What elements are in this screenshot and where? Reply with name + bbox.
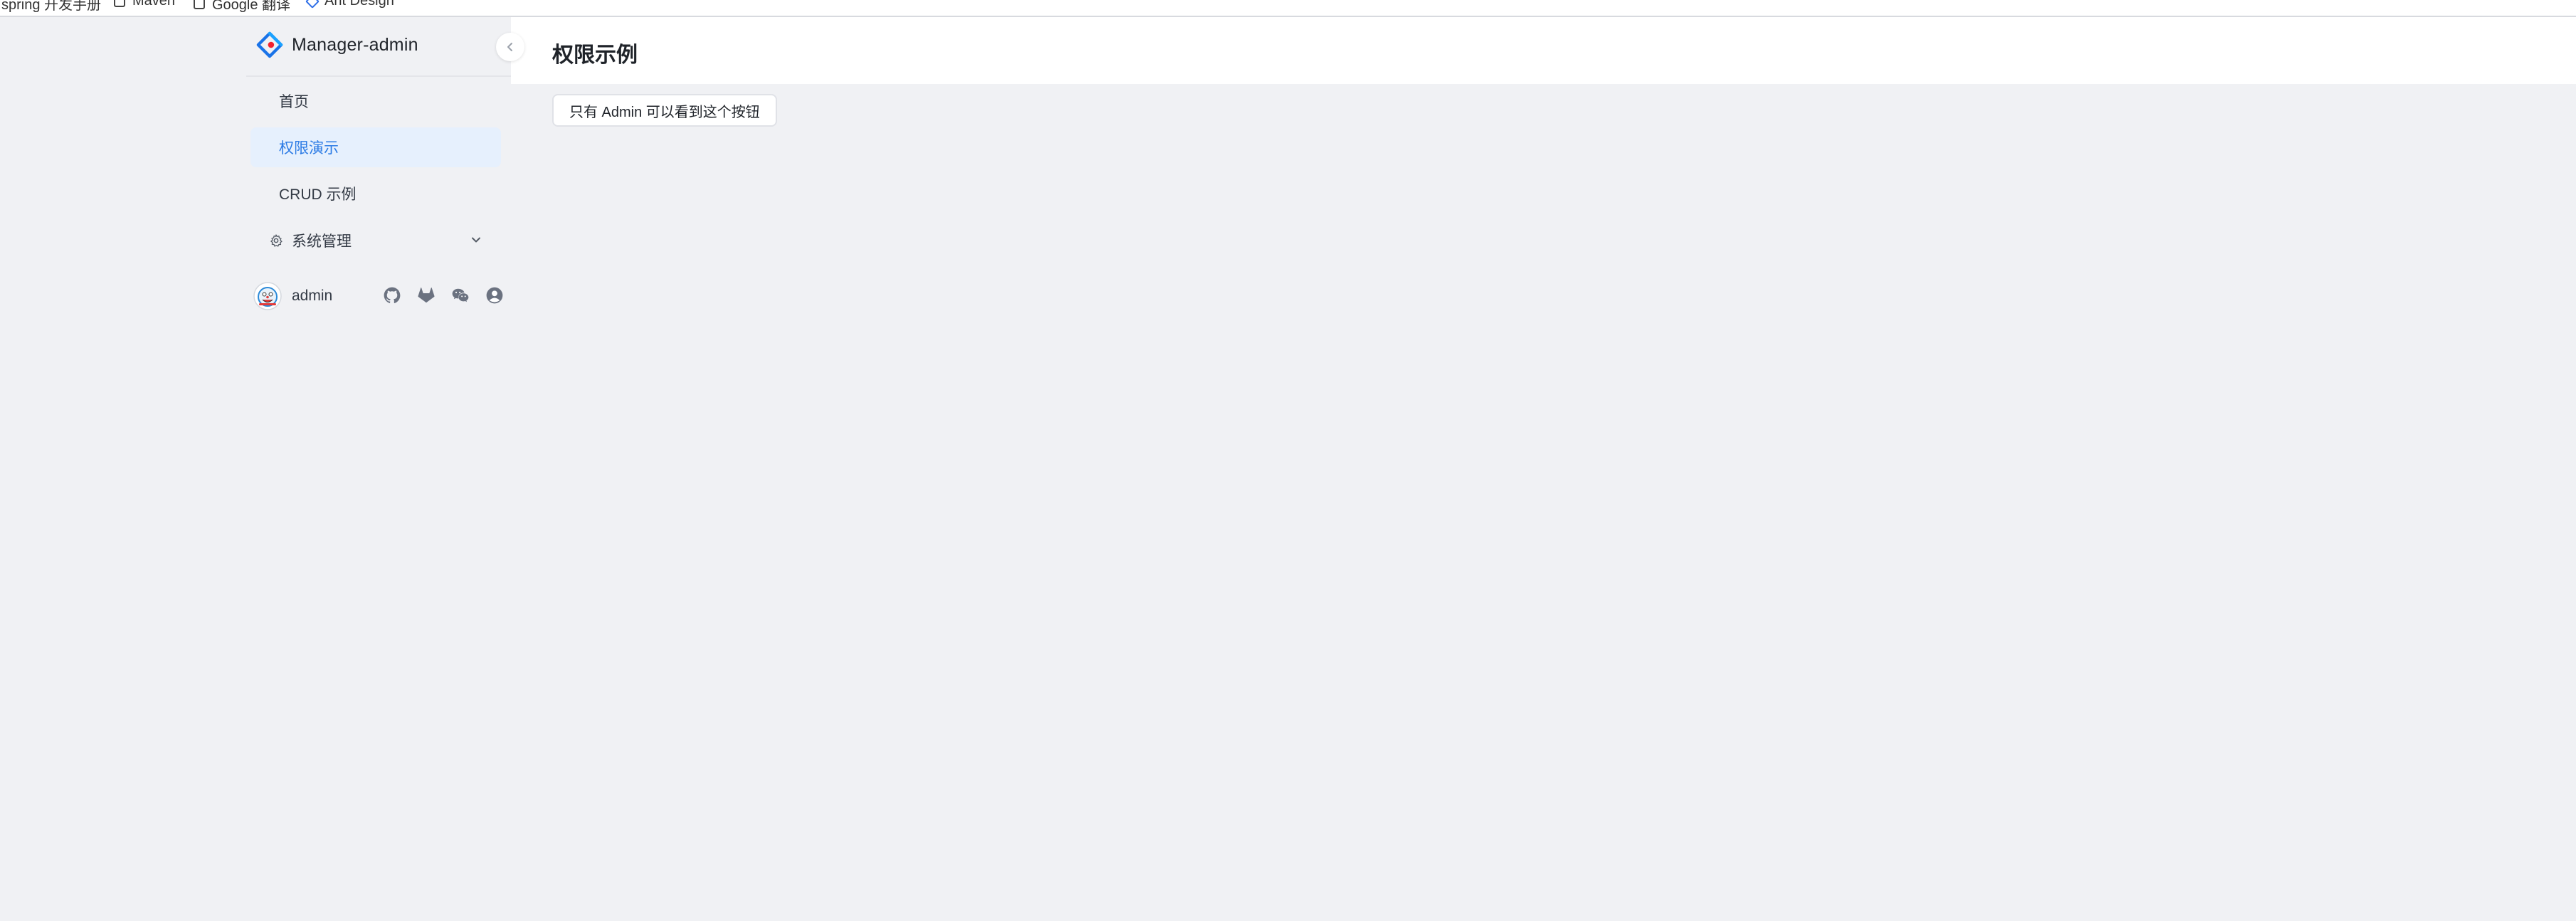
menu-group-label: 系统管理 (292, 233, 352, 250)
admin-only-button[interactable]: 只有 Admin 可以看到这个按钮 (552, 94, 777, 127)
user-circle-icon[interactable] (485, 286, 504, 305)
app-title: Manager-admin (292, 34, 418, 55)
divider (246, 75, 511, 77)
menu-item-label: 权限演示 (279, 140, 339, 157)
menu-item-label: 首页 (279, 94, 309, 110)
collapse-sidebar-button[interactable] (496, 33, 524, 61)
user-panel: admin (253, 280, 504, 312)
gitlab-icon[interactable] (417, 286, 436, 305)
bookmark-label: Maven (132, 0, 176, 9)
page-header: 权限示例 (511, 17, 2576, 84)
page-icon (194, 0, 205, 9)
github-icon[interactable] (383, 286, 401, 305)
menu-item-label: CRUD 示例 (279, 186, 357, 203)
sidebar: Manager-admin 首页 权限演示 CRUD 示例 系统管理 admin (246, 17, 524, 323)
ant-design-icon (305, 0, 320, 9)
bookmark-label: Ant Design (324, 0, 394, 9)
username: admin (292, 288, 333, 304)
avatar[interactable] (253, 282, 282, 310)
bookmark-google-translate[interactable]: Google 翻译 (194, 0, 290, 14)
chevron-down-icon (472, 237, 480, 243)
chevron-left-icon (507, 43, 512, 51)
wechat-icon[interactable] (451, 286, 470, 305)
bookmark-ant-design[interactable]: Ant Design (305, 0, 394, 9)
menu-item-permission-demo[interactable]: 权限演示 (250, 127, 501, 167)
browser-bookmarks-bar: spring 开发手册 Maven Google 翻译 Ant Design (0, 0, 2576, 17)
page-icon (114, 0, 125, 7)
menu-group-system-management[interactable]: 系统管理 (250, 221, 501, 260)
bookmark-spring[interactable]: spring 开发手册 (1, 0, 101, 14)
gear-icon (270, 234, 283, 247)
bookmark-maven[interactable]: Maven (114, 0, 175, 9)
bookmark-label: Google 翻译 (212, 0, 291, 13)
social-links (383, 286, 504, 305)
page-title: 权限示例 (552, 43, 638, 67)
logo[interactable]: Manager-admin (256, 31, 418, 58)
menu-item-home[interactable]: 首页 (250, 81, 501, 121)
ant-design-logo-icon (256, 31, 283, 58)
bookmark-label: spring 开发手册 (1, 0, 102, 13)
menu-item-crud-example[interactable]: CRUD 示例 (250, 174, 501, 214)
